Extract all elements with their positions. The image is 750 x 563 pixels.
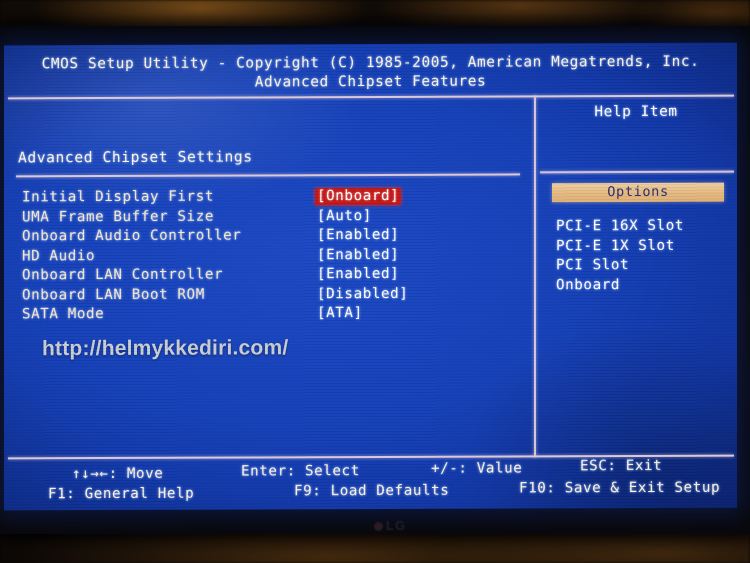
help-option-pcie-1x: PCI-E 1X Slot bbox=[556, 237, 675, 254]
setting-row-uma-frame-buffer-size[interactable]: UMA Frame Buffer Size [Auto] bbox=[22, 207, 522, 229]
setting-label: SATA Mode bbox=[22, 306, 105, 323]
brand-logo-text: LG bbox=[386, 518, 407, 533]
setting-value[interactable]: [Auto] bbox=[317, 207, 372, 223]
help-option-onboard: Onboard bbox=[556, 276, 620, 293]
help-option-pci-slot: PCI Slot bbox=[556, 257, 630, 274]
setting-row-onboard-lan-boot-rom[interactable]: Onboard LAN Boot ROM [Disabled] bbox=[22, 285, 522, 307]
key-hint-bar: ↑↓→←: Move Enter: Select +/-: Value ESC:… bbox=[4, 458, 737, 510]
section-title: Advanced Chipset Settings bbox=[18, 148, 253, 167]
setting-value[interactable]: [ATA] bbox=[317, 305, 363, 321]
setting-row-onboard-audio-controller[interactable]: Onboard Audio Controller [Enabled] bbox=[22, 227, 522, 248]
watermark-url: http://helmykkediri.com/ bbox=[42, 336, 289, 361]
bios-screen: CMOS Setup Utility - Copyright (C) 1985-… bbox=[4, 42, 737, 511]
setting-row-sata-mode[interactable]: SATA Mode [ATA] bbox=[22, 305, 522, 326]
setting-label: Onboard Audio Controller bbox=[22, 227, 242, 245]
setting-label: Initial Display First bbox=[22, 188, 214, 206]
key-hint-value: +/-: Value bbox=[431, 460, 523, 477]
divider-under-section-title bbox=[16, 173, 520, 178]
divider-under-help-title bbox=[540, 170, 734, 174]
bios-subtitle: Advanced Chipset Features bbox=[254, 73, 487, 91]
brand-logo-dot bbox=[374, 522, 383, 531]
monitor-brand-logo: LG bbox=[374, 518, 406, 533]
options-header: Options bbox=[552, 182, 724, 203]
setting-value[interactable]: [Onboard] bbox=[315, 187, 402, 206]
key-hint-f9: F9: Load Defaults bbox=[294, 482, 450, 500]
setting-label: Onboard LAN Controller bbox=[22, 266, 224, 284]
setting-value[interactable]: [Enabled] bbox=[317, 246, 399, 262]
photo-of-monitor: LG CMOS Setup Utility - Copyright (C) 19… bbox=[0, 0, 750, 563]
key-hint-move: ↑↓→←: Move bbox=[72, 465, 164, 483]
help-options-list: PCI-E 16X Slot PCI-E 1X Slot PCI Slot On… bbox=[556, 217, 736, 298]
key-hint-f1: F1: General Help bbox=[48, 485, 195, 503]
setting-value[interactable]: [Disabled] bbox=[317, 285, 408, 301]
bios-ui: CMOS Setup Utility - Copyright (C) 1985-… bbox=[4, 43, 737, 511]
key-hint-f10: F10: Save & Exit Setup bbox=[519, 479, 721, 497]
setting-label: Onboard LAN Boot ROM bbox=[22, 286, 205, 303]
setting-label: HD Audio bbox=[22, 247, 96, 264]
help-option-pcie-16x: PCI-E 16X Slot bbox=[556, 217, 684, 235]
key-hint-enter: Enter: Select bbox=[241, 463, 360, 480]
divider-top bbox=[8, 94, 734, 100]
setting-value[interactable]: [Enabled] bbox=[317, 227, 399, 243]
divider-vertical bbox=[534, 95, 536, 458]
setting-row-hd-audio[interactable]: HD Audio [Enabled] bbox=[22, 246, 522, 268]
help-item-title: Help Item bbox=[594, 103, 678, 121]
setting-value[interactable]: [Enabled] bbox=[317, 266, 399, 282]
settings-list: Initial Display First [Onboard] UMA Fram… bbox=[22, 187, 522, 326]
bios-title: CMOS Setup Utility - Copyright (C) 1985-… bbox=[41, 53, 700, 73]
setting-row-initial-display-first[interactable]: Initial Display First [Onboard] bbox=[22, 187, 522, 209]
key-hint-esc: ESC: Exit bbox=[580, 457, 663, 475]
setting-label: UMA Frame Buffer Size bbox=[22, 208, 214, 225]
setting-row-onboard-lan-controller[interactable]: Onboard LAN Controller [Enabled] bbox=[22, 266, 522, 287]
